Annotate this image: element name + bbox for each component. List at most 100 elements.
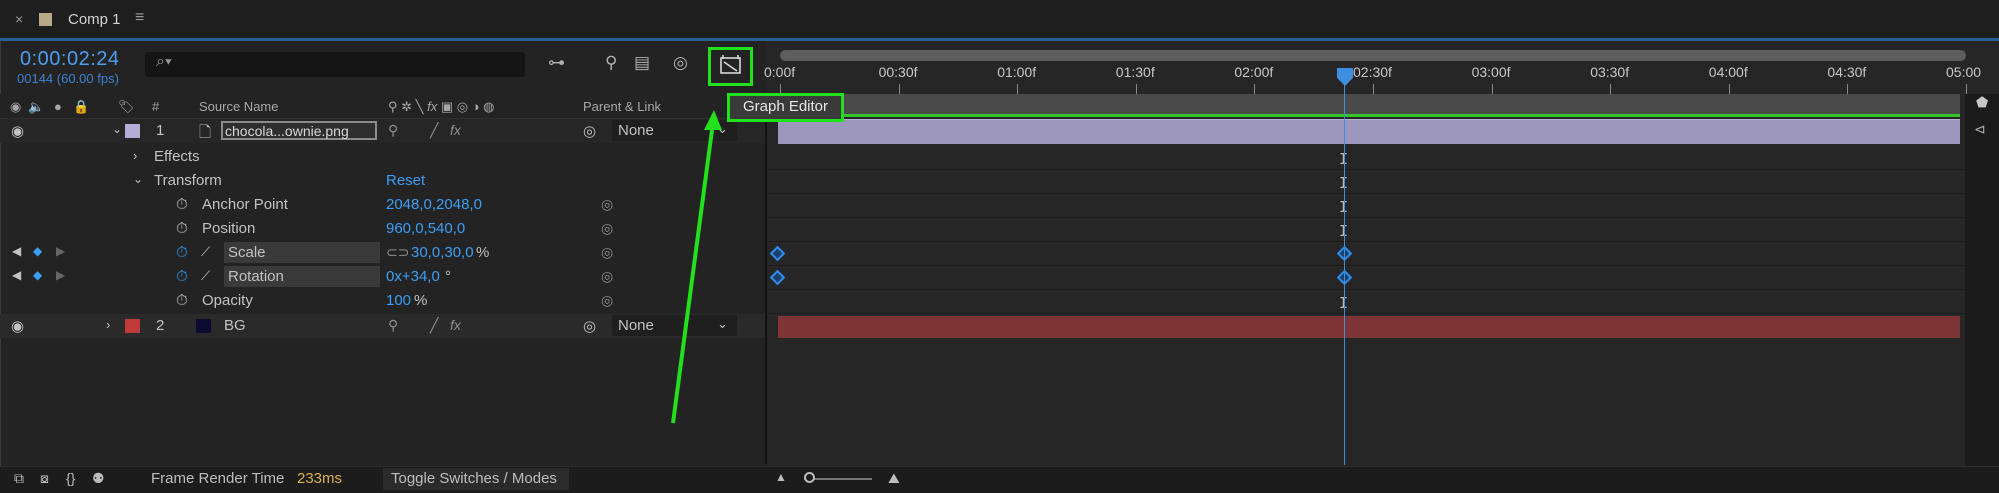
property-value[interactable]: 0x+34,0 — [386, 268, 440, 285]
fx-switch-icon[interactable]: fx — [450, 122, 461, 138]
column-source-name[interactable]: Source Name — [199, 99, 278, 114]
zoom-out-icon[interactable]: ▲ — [775, 470, 787, 484]
chevron-down-icon[interactable]: ⌄ — [133, 172, 143, 186]
stopwatch-icon[interactable]: ⏱ — [176, 244, 188, 261]
zoom-slider-handle[interactable] — [804, 472, 815, 483]
audio-icon[interactable]: 🔈 — [28, 99, 44, 115]
layer-name[interactable]: BG — [224, 317, 246, 334]
stopwatch-icon[interactable]: ⏱ — [176, 196, 188, 213]
search-input[interactable] — [145, 52, 525, 77]
graph-editor-button[interactable] — [708, 47, 753, 86]
pickwhip-icon[interactable]: ◎ — [601, 244, 613, 261]
pickwhip-icon[interactable]: ◎ — [601, 268, 613, 285]
chevron-right-icon[interactable]: › — [133, 148, 137, 163]
comp-flowchart-icon[interactable]: ⧉ — [14, 470, 24, 487]
property-rotation[interactable]: ◀ ◆ ▶ ⏱ ⟋ Rotation 0x+34,0 ° ◎ — [0, 265, 765, 289]
lock-icon[interactable]: 🔒 — [73, 99, 89, 115]
toggle-switches-modes-button[interactable]: Toggle Switches / Modes — [383, 468, 569, 490]
keyframe-icon[interactable]: ◆ — [33, 244, 42, 258]
quality-switch-icon[interactable]: ╱ — [430, 317, 438, 334]
eye-icon[interactable]: ◉ — [11, 317, 24, 335]
close-icon[interactable]: × — [15, 11, 23, 27]
effects-group-row[interactable]: › Effects — [0, 145, 765, 169]
shy-switch-icon[interactable]: ⚲ — [388, 122, 398, 139]
layer-row-1[interactable]: ◉ ⌄ 1 🗋 chocola...ownie.png ⚲ ╱ fx ◎ Non… — [0, 119, 765, 143]
layer-name-field[interactable]: chocola...ownie.png — [221, 121, 377, 140]
ruler-label: 04:00f — [1708, 64, 1748, 80]
frame-blending-icon[interactable]: ▤ — [634, 53, 650, 73]
layer-switches-icon[interactable]: ⧇ — [40, 470, 49, 487]
parent-dropdown-1[interactable]: None ⌄ — [612, 120, 737, 141]
search-icon: ⌕▾ — [156, 53, 172, 70]
flowchart-icon[interactable]: ⊶ — [548, 53, 565, 73]
effects-label: Effects — [154, 148, 200, 165]
in-out-columns-icon[interactable]: ⚉ — [92, 470, 105, 487]
eye-icon[interactable]: ◉ — [11, 122, 24, 140]
property-position[interactable]: ⏱ Position 960,0,540,0 ◎ — [0, 217, 765, 241]
file-icon: 🗋 — [199, 124, 212, 141]
ruler-label: 00:30f — [878, 64, 918, 80]
property-value[interactable]: 2048,0,2048,0 — [386, 196, 482, 213]
motion-blur-icon[interactable]: ◎ — [673, 53, 688, 73]
ruler-label: 01:00f — [997, 64, 1037, 80]
property-name: Position — [202, 220, 256, 237]
pickwhip-icon[interactable]: ◎ — [601, 196, 613, 213]
next-keyframe-icon[interactable]: ▶ — [56, 268, 65, 282]
layer-bar-1[interactable] — [778, 119, 1960, 144]
property-value[interactable]: 100 — [386, 292, 411, 309]
transform-reset-link[interactable]: Reset — [386, 172, 425, 189]
transform-group-row[interactable]: ⌄ Transform Reset — [0, 169, 765, 193]
transfer-controls-icon[interactable]: {} — [66, 470, 75, 486]
prev-keyframe-icon[interactable]: ◀ — [12, 268, 21, 282]
layer-label-color[interactable] — [125, 319, 140, 333]
tab-comp-title[interactable]: Comp 1 — [68, 11, 121, 28]
comp-marker-bin-icon[interactable]: ⬟ — [1976, 94, 1988, 111]
keyframe-icon[interactable]: ◆ — [33, 268, 42, 282]
layer-label-color[interactable] — [125, 124, 140, 138]
current-time-indicator[interactable] — [1344, 70, 1345, 465]
prev-keyframe-icon[interactable]: ◀ — [12, 244, 21, 258]
solo-icon[interactable]: ● — [54, 99, 62, 114]
chevron-down-icon[interactable]: ⌄ — [112, 122, 122, 136]
property-unit: % — [476, 244, 490, 261]
link-icon[interactable]: ⊂⊃ — [386, 244, 409, 261]
work-area-bar[interactable] — [780, 94, 1960, 114]
shy-switch-icon[interactable]: ⚲ — [388, 317, 398, 334]
status-footer: ⧉ ⧇ {} ⚉ Frame Render Time 233ms Toggle … — [0, 466, 1999, 493]
chevron-right-icon[interactable]: › — [106, 317, 110, 332]
pickwhip-icon[interactable]: ◎ — [583, 317, 596, 335]
stopwatch-icon[interactable]: ⏱ — [176, 292, 188, 309]
pickwhip-icon[interactable]: ◎ — [583, 122, 596, 140]
layer-row-2[interactable]: ◉ › 2 BG ⚲ ╱ fx ◎ None ⌄ — [0, 314, 765, 338]
timeline-row — [767, 241, 1965, 266]
ruler-tick — [1610, 84, 1612, 94]
menu-icon[interactable]: ≡ — [135, 9, 144, 27]
property-opacity[interactable]: ⏱ Opacity 100% ◎ — [0, 289, 765, 313]
column-header: ◉ 🔈 ● 🔒 🏷 # Source Name ⚲ ✲ ╲ fx ▣ ◎ ◑ ◍… — [0, 94, 765, 119]
property-anchor-point[interactable]: ⏱ Anchor Point 2048,0,2048,0 ◎ — [0, 193, 765, 217]
property-scale[interactable]: ◀ ◆ ▶ ⏱ ⟋ Scale ⊂⊃ 30,0,30,0% ◎ — [0, 241, 765, 265]
time-navigator[interactable] — [780, 50, 1966, 61]
draft-3d-icon[interactable]: ⚲ — [605, 53, 617, 73]
timeline-row — [767, 193, 1965, 218]
quality-switch-icon[interactable]: ╱ — [430, 122, 438, 139]
stopwatch-icon[interactable]: ⏱ — [176, 268, 188, 285]
pickwhip-icon[interactable]: ◎ — [601, 220, 613, 237]
marker-icon[interactable]: ⊲ — [1974, 121, 1986, 138]
layer-bar-2[interactable] — [778, 316, 1960, 338]
zoom-mountain-icon[interactable]: ⛰ — [888, 470, 900, 487]
pickwhip-icon[interactable]: ◎ — [601, 292, 613, 309]
graph-toggle-icon[interactable]: ⟋ — [201, 268, 210, 284]
stopwatch-icon[interactable]: ⏱ — [176, 220, 188, 237]
layer-name: chocola...ownie.png — [225, 123, 349, 139]
eye-icon[interactable]: ◉ — [10, 99, 21, 115]
label-tag-icon[interactable]: 🏷 — [118, 99, 135, 115]
column-parent-link[interactable]: Parent & Link — [583, 99, 661, 114]
parent-dropdown-2[interactable]: None ⌄ — [612, 315, 737, 336]
next-keyframe-icon[interactable]: ▶ — [56, 244, 65, 258]
property-value[interactable]: 960,0,540,0 — [386, 220, 465, 237]
property-value[interactable]: 30,0,30,0 — [411, 244, 474, 261]
fx-switch-icon[interactable]: fx — [450, 317, 461, 333]
current-timecode[interactable]: 0:00:02:24 — [20, 48, 120, 71]
graph-toggle-icon[interactable]: ⟋ — [201, 244, 210, 260]
